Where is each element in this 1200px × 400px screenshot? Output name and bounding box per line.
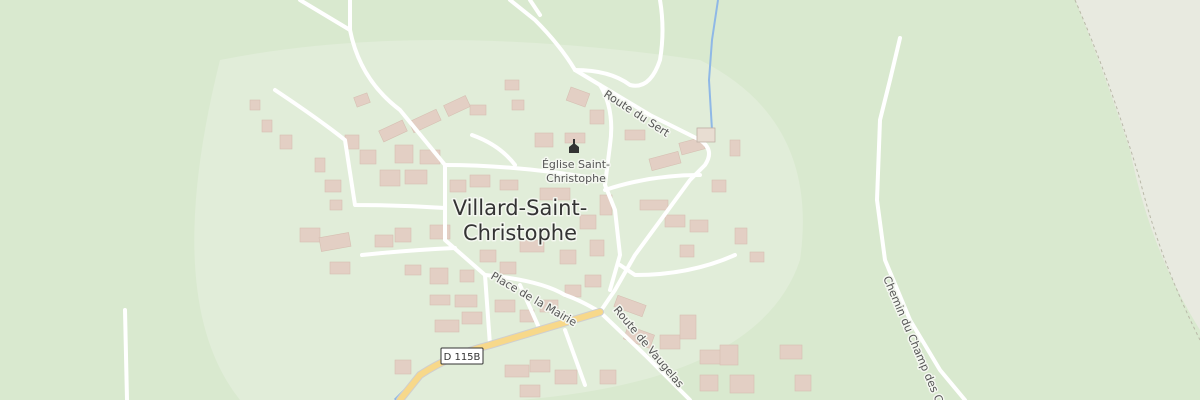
road-shield: D 115B xyxy=(440,347,484,365)
map-canvas[interactable]: Route du Sert Place de la Mairie Route d… xyxy=(0,0,1200,400)
poi-label-line2: Christophe xyxy=(546,172,606,185)
bridge xyxy=(696,127,716,143)
place-label-line1: Villard-Saint- xyxy=(453,196,588,220)
poi-label-line1: Église Saint- xyxy=(542,158,610,171)
map-view[interactable]: Route du Sert Place de la Mairie Route d… xyxy=(0,0,1200,400)
road-shield-label: D 115B xyxy=(444,352,481,363)
place-label-line2: Christophe xyxy=(463,221,577,245)
